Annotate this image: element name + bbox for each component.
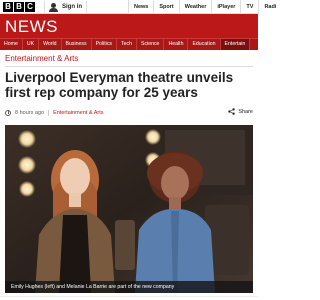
article-section-link[interactable]: Entertainment & Arts — [53, 110, 103, 116]
article-timestamp: 8 hours ago — [15, 110, 45, 116]
global-nav-iplayer[interactable]: iPlayer — [211, 0, 240, 14]
share-label: Share — [238, 108, 253, 115]
divider — [0, 296, 258, 297]
article-meta: 8 hours ago Entertainment & Arts Share — [5, 108, 253, 118]
section-nav-science[interactable]: Science — [137, 39, 165, 50]
global-nav-tv[interactable]: TV — [240, 0, 258, 14]
section-nav-education[interactable]: Education — [188, 39, 221, 50]
article-photo-image — [5, 125, 253, 293]
news-header: NEWS — [0, 14, 258, 38]
section-nav: Home UK World Business Politics Tech Sci… — [0, 38, 258, 50]
user-icon — [49, 2, 58, 12]
global-nav-news[interactable]: News — [128, 0, 153, 14]
bbc-logo-block: C — [25, 2, 35, 12]
bbc-logo[interactable]: B B C — [3, 2, 35, 12]
news-title[interactable]: NEWS — [5, 17, 58, 37]
global-nav-weather[interactable]: Weather — [178, 0, 212, 14]
section-nav-entertainment[interactable]: Entertain — [220, 39, 251, 50]
breadcrumb[interactable]: Entertainment & Arts — [5, 54, 253, 67]
bbc-logo-block: B — [14, 2, 24, 12]
signin-label: Sign in — [62, 4, 82, 10]
share-button[interactable]: Share — [228, 108, 253, 115]
section-nav-home[interactable]: Home — [0, 39, 23, 50]
bbc-logo-block: B — [3, 2, 13, 12]
signin-button[interactable]: Sign in — [44, 1, 87, 13]
section-nav-health[interactable]: Health — [164, 39, 189, 50]
global-nav: News Sport Weather iPlayer TV Radi — [128, 0, 281, 14]
article-photo: Emily Hughes (left) and Melanie La Barri… — [5, 125, 253, 293]
meta-divider — [48, 110, 50, 116]
photo-caption: Emily Hughes (left) and Melanie La Barri… — [11, 284, 175, 290]
share-icon — [228, 108, 236, 115]
section-nav-world[interactable]: World — [39, 39, 62, 50]
article-headline: Liverpool Everyman theatre unveils first… — [5, 70, 234, 100]
section-nav-politics[interactable]: Politics — [92, 39, 118, 50]
global-topbar: B B C Sign in News Sport Weather iPlayer… — [0, 0, 276, 14]
global-nav-radio[interactable]: Radi — [258, 0, 281, 14]
photo-caption-bar: Emily Hughes (left) and Melanie La Barri… — [5, 281, 253, 293]
clock-icon — [5, 110, 11, 116]
global-nav-sport[interactable]: Sport — [153, 0, 178, 14]
section-nav-uk[interactable]: UK — [23, 39, 40, 50]
section-nav-tech[interactable]: Tech — [117, 39, 137, 50]
section-nav-business[interactable]: Business — [62, 39, 92, 50]
